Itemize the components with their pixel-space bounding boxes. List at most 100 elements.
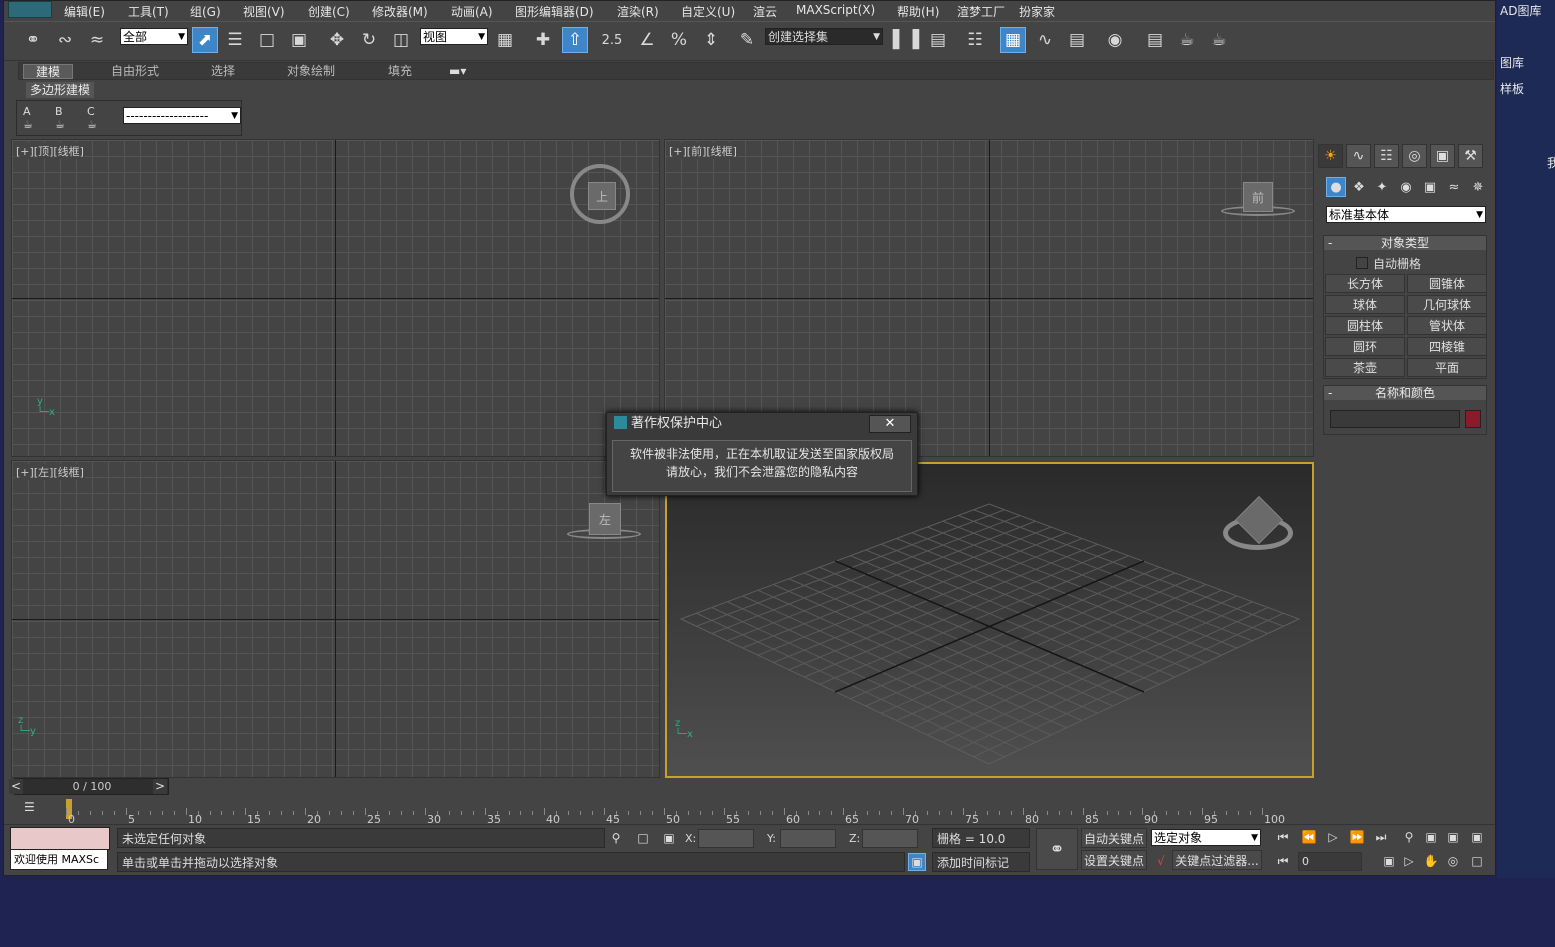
zoom-extents-all-icon[interactable]: ▣ (1468, 828, 1486, 846)
mirror-icon[interactable]: ▌▐ (893, 27, 919, 53)
go-to-start-icon[interactable]: ⏮ (1274, 828, 1292, 846)
prev-frame-button[interactable]: < (9, 779, 23, 794)
time-slider[interactable]: < 0 / 100 > (9, 778, 169, 795)
shapes-icon[interactable]: ❖ (1349, 177, 1369, 197)
object-color-swatch[interactable] (1465, 410, 1481, 428)
maximize-viewport-icon[interactable]: □ (1468, 852, 1486, 870)
maxscript-listener-mini[interactable] (10, 827, 110, 850)
viewcube-icon[interactable]: 前 (1243, 182, 1273, 212)
menu-views[interactable]: 视图(V) (243, 3, 285, 20)
named-selection-dropdown[interactable]: 创建选择集 ▼ (765, 28, 883, 45)
set-key-button[interactable]: 设置关键点 (1081, 850, 1147, 870)
transform-mode-icon[interactable]: ▣ (660, 829, 678, 847)
object-name-input[interactable] (1330, 410, 1460, 428)
key-tangent-icon[interactable]: √ (1152, 852, 1170, 870)
teapot-button[interactable]: 茶壶 (1325, 358, 1405, 377)
pivot-center-icon[interactable]: ▦ (492, 27, 518, 53)
percent-snap-icon[interactable]: % (666, 27, 692, 53)
x-coord-input[interactable] (698, 829, 754, 848)
rotate-icon[interactable]: ↻ (356, 27, 382, 53)
spinner-snap-icon[interactable]: ⇕ (698, 27, 724, 53)
viewport-label[interactable]: [+][左][线框] (15, 464, 85, 480)
welcome-field[interactable]: 欢迎使用 MAXSc (10, 849, 108, 870)
next-key-icon[interactable]: ⏩ (1348, 828, 1366, 846)
rollout-header[interactable]: - 名称和颜色 (1324, 386, 1486, 400)
tab-selection[interactable]: 选择 (199, 64, 247, 79)
select-manipulate-icon[interactable]: ✚ (530, 27, 556, 53)
viewcube-icon[interactable]: 左 (589, 503, 621, 535)
snap-toggle-icon[interactable]: 2.5 (599, 27, 625, 53)
rollout-header[interactable]: - 对象类型 (1324, 236, 1486, 250)
space-warps-icon[interactable]: ≈ (1444, 177, 1464, 197)
orbit-icon[interactable]: ◎ (1444, 852, 1462, 870)
menu-tools[interactable]: 工具(T) (128, 3, 169, 20)
render-setup-icon[interactable]: ▤ (1142, 27, 1168, 53)
window-crossing-icon[interactable]: ▣ (286, 27, 312, 53)
edit-named-selection-icon[interactable]: ✎ (734, 27, 760, 53)
current-frame-input[interactable]: 0 (1298, 852, 1362, 871)
graphite-toggle-icon[interactable]: ▦ (1000, 27, 1026, 53)
menu-banjiajia[interactable]: 扮家家 (1019, 3, 1055, 20)
select-by-name-icon[interactable]: ☰ (222, 27, 248, 53)
key-mode-dropdown[interactable]: 选定对象 ▼ (1151, 829, 1261, 846)
menu-rendering[interactable]: 渲染(R) (617, 3, 659, 20)
desktop-icon-label[interactable]: 我 (1547, 154, 1555, 171)
render-frame-icon[interactable]: ☕ (1174, 27, 1200, 53)
link-icon[interactable]: ⚭ (20, 27, 46, 53)
ribbon-panel-label[interactable]: 多边形建模 (26, 82, 95, 98)
viewport-left[interactable]: [+][左][线框] 左 z └─y (11, 460, 660, 778)
curve-editor-icon[interactable]: ∿ (1032, 27, 1058, 53)
rect-selection-icon[interactable]: □ (254, 27, 280, 53)
align-icon[interactable]: ▤ (925, 27, 951, 53)
select-object-icon[interactable]: ⬈ (192, 27, 218, 53)
torus-button[interactable]: 圆环 (1325, 337, 1405, 356)
viewport-label[interactable]: [+][前][线框] (668, 143, 738, 159)
teapot-b-icon[interactable]: B ☕ (55, 105, 81, 131)
display-tab-icon[interactable]: ▣ (1430, 144, 1455, 168)
desktop-icon-label[interactable]: AD图库 (1500, 2, 1541, 19)
autogrid-checkbox[interactable]: 自动栅格 (1356, 255, 1421, 272)
key-filters-button[interactable]: 关键点过滤器... (1172, 850, 1262, 870)
viewport-label[interactable]: [+][顶][线框] (15, 143, 85, 159)
cylinder-button[interactable]: 圆柱体 (1325, 316, 1405, 335)
plane-button[interactable]: 平面 (1407, 358, 1487, 377)
play-icon[interactable]: ▷ (1324, 828, 1342, 846)
layer-manager-icon[interactable]: ☷ (962, 27, 988, 53)
viewport-top[interactable]: [+][顶][线框] 上 y └─x (11, 139, 660, 457)
zoom-all-icon[interactable]: ▣ (1422, 828, 1440, 846)
key-mode-toggle-icon[interactable]: ⏮ (1274, 852, 1292, 870)
menu-modifiers[interactable]: 修改器(M) (372, 3, 428, 20)
z-coord-input[interactable] (862, 829, 918, 848)
viewport-perspective[interactable]: z └─x (665, 462, 1314, 778)
go-to-end-icon[interactable]: ⏭ (1372, 828, 1390, 846)
pyramid-button[interactable]: 四棱锥 (1407, 337, 1487, 356)
bind-space-warp-icon[interactable]: ≈ (84, 27, 110, 53)
tube-button[interactable]: 管状体 (1407, 316, 1487, 335)
zoom-icon[interactable]: ⚲ (1400, 828, 1418, 846)
viewport-front[interactable]: [+][前][线框] 前 (664, 139, 1314, 457)
angle-snap-icon[interactable]: ∠ (634, 27, 660, 53)
add-time-tag[interactable]: 添加时间标记 (932, 852, 1030, 872)
helpers-icon[interactable]: ▣ (1420, 177, 1440, 197)
menu-graph-editors[interactable]: 图形编辑器(D) (515, 3, 594, 20)
tab-populate[interactable]: 填充 (376, 64, 424, 79)
motion-tab-icon[interactable]: ◎ (1402, 144, 1427, 168)
pan-view-icon[interactable]: ✋ (1422, 852, 1440, 870)
create-tab-icon[interactable]: ☀ (1318, 144, 1343, 168)
hierarchy-tab-icon[interactable]: ☷ (1374, 144, 1399, 168)
scale-icon[interactable]: ◫ (388, 27, 414, 53)
prev-key-icon[interactable]: ⏪ (1300, 828, 1318, 846)
desktop-icon-label[interactable]: 图库 (1500, 54, 1524, 71)
menu-help[interactable]: 帮助(H) (897, 3, 939, 20)
lights-icon[interactable]: ✦ (1372, 177, 1392, 197)
cameras-icon[interactable]: ◉ (1396, 177, 1416, 197)
sphere-button[interactable]: 球体 (1325, 295, 1405, 314)
viewcube-icon[interactable]: 上 (588, 182, 616, 210)
y-coord-input[interactable] (780, 829, 836, 848)
menu-edit[interactable]: 编辑(E) (64, 3, 105, 20)
systems-icon[interactable]: ✵ (1468, 177, 1488, 197)
isolate-icon[interactable]: ⚲ (607, 829, 625, 847)
menu-maxscript[interactable]: MAXScript(X) (796, 3, 875, 17)
tab-modeling[interactable]: 建模 (23, 64, 74, 79)
reference-coord-dropdown[interactable]: 视图 ▼ (420, 28, 488, 45)
